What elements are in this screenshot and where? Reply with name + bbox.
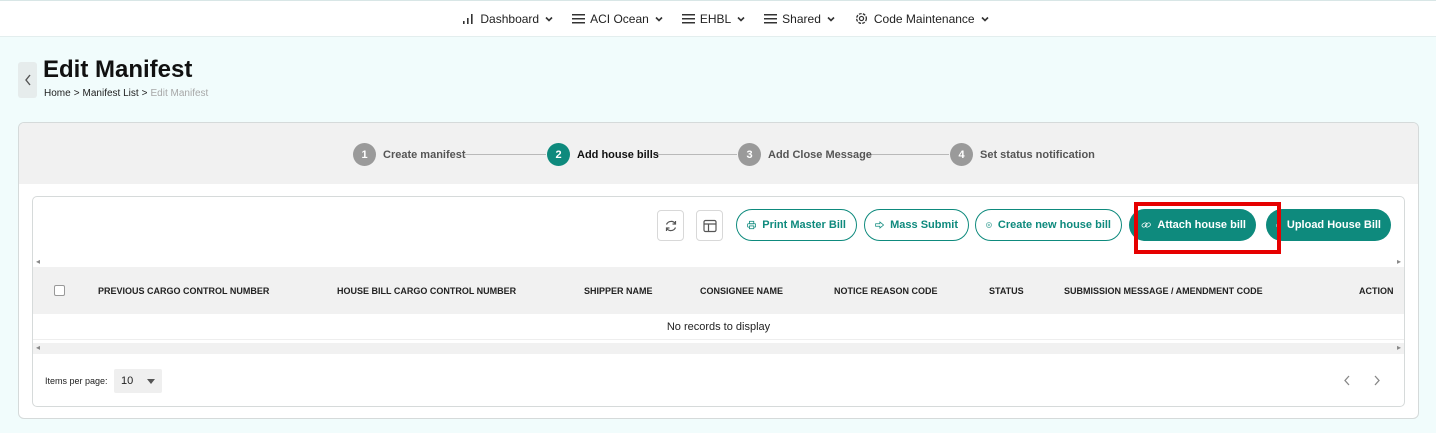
- house-bills-panel: Print Master Bill Mass Submit Create new…: [32, 196, 1405, 407]
- nav-dashboard-label: Dashboard: [480, 11, 540, 26]
- menu-icon: [681, 14, 695, 24]
- step-connector: [465, 154, 546, 155]
- step-number: 1: [353, 143, 376, 166]
- chevron-left-icon: [24, 74, 31, 86]
- stepper: 1 Create manifest 2 Add house bills 3 Ad…: [19, 123, 1418, 184]
- nav-aci-ocean-label: ACI Ocean: [590, 11, 649, 26]
- refresh-button[interactable]: [657, 210, 684, 241]
- scroll-right-icon[interactable]: ▸: [1397, 343, 1401, 352]
- nav-code-maintenance-label: Code Maintenance: [873, 11, 975, 26]
- nav-dashboard[interactable]: Dashboard: [462, 12, 554, 26]
- create-new-house-bill-button[interactable]: Create new house bill: [975, 209, 1122, 241]
- plus-circle-icon: [986, 222, 992, 228]
- col-consignee-name[interactable]: CONSIGNEE NAME: [700, 286, 783, 296]
- highlight-annotation: [1134, 202, 1281, 254]
- menu-icon: [572, 14, 586, 24]
- caret-down-icon: [147, 378, 155, 384]
- step-number: 4: [950, 143, 973, 166]
- upload-house-bill-button[interactable]: Upload House Bill: [1266, 209, 1391, 241]
- bar-chart-icon: [463, 14, 473, 24]
- upload-house-bill-label: Upload House Bill: [1286, 219, 1381, 231]
- table-header: PREVIOUS CARGO CONTROL NUMBER HOUSE BILL…: [33, 267, 1404, 314]
- chevron-down-icon: [981, 16, 989, 22]
- items-per-page-value: 10: [121, 375, 134, 387]
- scroll-arrows: ◂ ▸: [33, 343, 1404, 353]
- column-layout-button[interactable]: [696, 210, 723, 241]
- breadcrumb-home[interactable]: Home: [44, 88, 71, 99]
- breadcrumb-manifest-list[interactable]: Manifest List: [83, 88, 139, 99]
- step-add-house-bills[interactable]: 2 Add house bills: [547, 143, 659, 166]
- back-button[interactable]: [18, 62, 37, 98]
- nav-shared[interactable]: Shared: [764, 12, 836, 26]
- step-label: Create manifest: [383, 148, 466, 161]
- items-per-page-select[interactable]: 10: [114, 369, 162, 393]
- step-create-manifest[interactable]: 1 Create manifest: [353, 143, 466, 166]
- table-scroll-top[interactable]: ◂ ▸: [33, 257, 1404, 267]
- refresh-icon: [665, 220, 676, 231]
- chevron-down-icon: [655, 16, 663, 22]
- breadcrumb: Home > Manifest List > Edit Manifest: [44, 88, 208, 99]
- nav-code-maintenance[interactable]: Code Maintenance: [854, 11, 990, 26]
- scroll-left-icon[interactable]: ◂: [36, 343, 40, 352]
- create-new-house-bill-label: Create new house bill: [997, 219, 1111, 231]
- col-previous-ccn[interactable]: PREVIOUS CARGO CONTROL NUMBER: [98, 286, 269, 296]
- step-add-close-message[interactable]: 3 Add Close Message: [738, 143, 872, 166]
- gear-icon: [855, 12, 867, 25]
- nav-ehbl[interactable]: EHBL: [681, 11, 746, 26]
- printer-icon: [747, 220, 757, 230]
- breadcrumb-current: Edit Manifest: [150, 88, 209, 99]
- step-connector: [867, 154, 949, 155]
- col-submission-message[interactable]: SUBMISSION MESSAGE / AMENDMENT CODE: [1064, 286, 1263, 296]
- chevron-left-icon: [1344, 375, 1350, 386]
- menu-icon: [764, 14, 778, 24]
- nav-ehbl-label: EHBL: [699, 11, 732, 26]
- print-master-bill-label: Print Master Bill: [762, 219, 846, 231]
- prev-page-button[interactable]: [1343, 373, 1351, 389]
- step-number: 2: [547, 143, 570, 166]
- step-label: Add Close Message: [768, 148, 872, 161]
- col-shipper-name[interactable]: SHIPPER NAME: [584, 286, 653, 296]
- step-connector: [656, 154, 737, 155]
- step-number: 3: [738, 143, 761, 166]
- step-set-status-notification[interactable]: 4 Set status notification: [950, 143, 1095, 166]
- nav-aci-ocean[interactable]: ACI Ocean: [572, 12, 664, 26]
- col-house-bill-ccn[interactable]: HOUSE BILL CARGO CONTROL NUMBER: [337, 286, 516, 296]
- next-page-button[interactable]: [1373, 373, 1381, 389]
- chevron-right-icon: [1374, 375, 1380, 386]
- chevron-down-icon: [737, 16, 745, 22]
- page-title: Edit Manifest: [43, 56, 193, 83]
- chevron-down-icon: [545, 16, 553, 22]
- select-all-checkbox[interactable]: [54, 285, 65, 296]
- nav-shared-label: Shared: [782, 11, 821, 26]
- breadcrumb-separator: >: [141, 88, 148, 99]
- scroll-left-icon[interactable]: ◂: [36, 257, 40, 266]
- col-notice-reason-code[interactable]: NOTICE REASON CODE: [834, 286, 938, 296]
- manifest-card: 1 Create manifest 2 Add house bills 3 Ad…: [18, 122, 1419, 419]
- arrow-right-icon: [875, 221, 885, 229]
- layout-icon: [702, 219, 717, 232]
- col-action: ACTION: [1359, 286, 1394, 296]
- scroll-right-icon[interactable]: ▸: [1397, 257, 1401, 266]
- step-label: Set status notification: [980, 148, 1095, 161]
- step-label: Add house bills: [577, 148, 659, 161]
- breadcrumb-separator: >: [73, 88, 80, 99]
- print-master-bill-button[interactable]: Print Master Bill: [736, 209, 857, 241]
- chevron-down-icon: [827, 16, 835, 22]
- empty-table-message: No records to display: [33, 314, 1404, 340]
- mass-submit-label: Mass Submit: [890, 219, 958, 231]
- col-status[interactable]: STATUS: [989, 286, 1024, 296]
- items-per-page-label: Items per page:: [45, 376, 108, 386]
- mass-submit-button[interactable]: Mass Submit: [864, 209, 969, 241]
- horizontal-scrollbar[interactable]: ◂ ▸: [33, 343, 1404, 354]
- top-nav: Dashboard ACI Ocean EHBL Shared Code Mai…: [0, 0, 1436, 37]
